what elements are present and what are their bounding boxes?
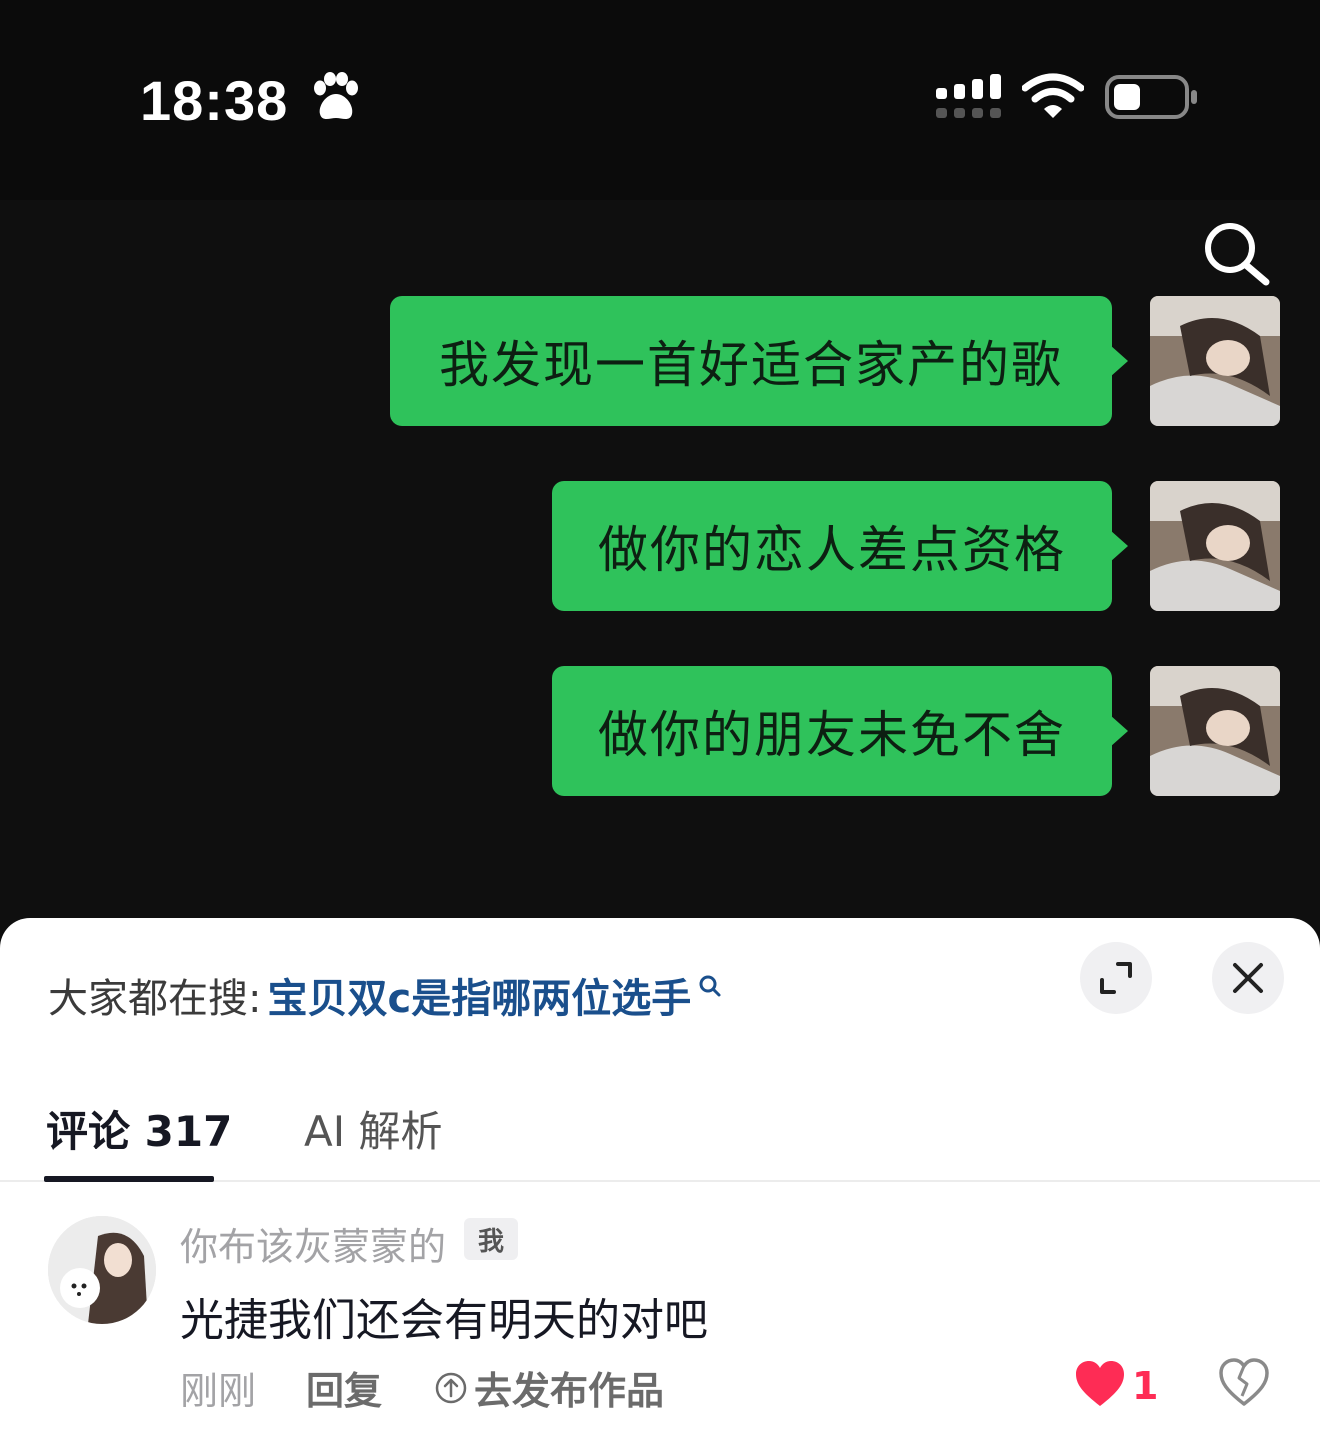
close-button[interactable] <box>1212 942 1284 1014</box>
publish-work-button[interactable]: 去发布作品 <box>434 1360 664 1415</box>
broken-heart-icon[interactable] <box>1218 1358 1270 1408</box>
chat-message: 做你的恋人差点资格 <box>552 481 1280 611</box>
chat-bubble: 做你的恋人差点资格 <box>552 481 1128 611</box>
chat-bubble: 做你的朋友未免不舍 <box>552 666 1128 796</box>
tab-comments[interactable]: 评论 317 <box>46 1098 232 1159</box>
comment-time: 刚刚 <box>180 1369 257 1413</box>
expand-icon <box>1100 962 1132 994</box>
avatar[interactable] <box>48 1216 156 1324</box>
battery-icon <box>1105 75 1197 119</box>
trending-search[interactable]: 大家都在搜: 宝贝双c是指哪两位选手 <box>48 966 723 1024</box>
tab-ai-analysis[interactable]: AI 解析 <box>304 1098 442 1159</box>
close-icon <box>1233 963 1263 993</box>
upload-icon <box>435 1372 467 1403</box>
status-time: 18:38 <box>140 69 289 132</box>
chat-avatar <box>1150 666 1280 796</box>
search-icon <box>699 975 721 997</box>
chat-message: 做你的朋友未免不舍 <box>552 666 1280 796</box>
search-icon[interactable] <box>1200 220 1272 288</box>
comment-text: 光捷我们还会有明天的对吧 <box>180 1295 708 1346</box>
author-badge: 我 <box>464 1218 518 1260</box>
video-area[interactable]: 18:38 我发现一首好适合家产的歌 做你的恋人差点资格 做你的朋友未免不舍 <box>0 0 1320 930</box>
wifi-icon <box>1022 73 1084 118</box>
chat-bubble: 我发现一首好适合家产的歌 <box>390 296 1128 426</box>
chat-message: 我发现一首好适合家产的歌 <box>390 296 1280 426</box>
reply-button[interactable]: 回复 <box>306 1360 382 1415</box>
chat-avatar <box>1150 481 1280 611</box>
publish-work-label: 去发布作品 <box>474 1369 665 1413</box>
heart-icon[interactable] <box>1074 1360 1126 1408</box>
active-tab-indicator <box>44 1176 214 1182</box>
comment-tabs: 评论 317 AI 解析 <box>0 1090 1320 1182</box>
chat-avatar <box>1150 296 1280 426</box>
expand-button[interactable] <box>1080 942 1152 1014</box>
trending-query-link[interactable]: 宝贝双c是指哪两位选手 <box>267 966 691 1024</box>
status-bar: 18:38 <box>0 0 1320 200</box>
like-count: 1 <box>1132 1364 1159 1408</box>
trending-label: 大家都在搜: <box>48 976 262 1022</box>
comment-username[interactable]: 你布该灰蒙蒙的 <box>180 1216 446 1271</box>
cellular-signal-icon <box>936 74 1001 118</box>
paw-icon <box>314 72 358 119</box>
